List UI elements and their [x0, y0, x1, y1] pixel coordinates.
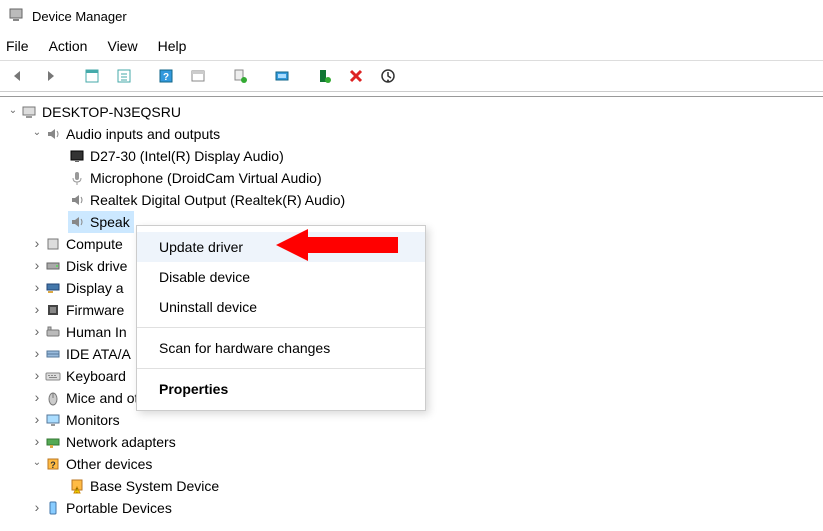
monitor-audio-icon	[68, 148, 86, 164]
menubar: File Action View Help	[0, 32, 823, 60]
expand-icon[interactable]	[30, 236, 44, 252]
expand-icon[interactable]	[30, 302, 44, 318]
expand-icon[interactable]	[30, 129, 44, 140]
expand-icon[interactable]	[30, 500, 44, 516]
forward-button[interactable]	[36, 64, 64, 88]
show-hide-console-button[interactable]	[78, 64, 106, 88]
menu-action[interactable]: Action	[49, 38, 88, 54]
display-adapter-icon	[44, 280, 62, 296]
speaker-icon	[44, 126, 62, 142]
device-label: Microphone (DroidCam Virtual Audio)	[86, 170, 322, 186]
expand-icon[interactable]	[6, 107, 20, 118]
properties-button[interactable]	[110, 64, 138, 88]
speaker-icon	[68, 214, 86, 230]
category-label: Other devices	[62, 456, 152, 472]
context-menu: Update driver Disable device Uninstall d…	[136, 225, 426, 411]
category-label: Compute	[62, 236, 123, 252]
tree-root-label: DESKTOP-N3EQSRU	[38, 104, 181, 120]
context-menu-update-driver[interactable]: Update driver	[137, 232, 425, 262]
keyboard-icon	[44, 368, 62, 384]
device-label: Base System Device	[86, 478, 219, 494]
titlebar: Device Manager	[0, 0, 823, 32]
update-driver-button[interactable]	[226, 64, 254, 88]
disk-icon	[44, 258, 62, 274]
category-label: Disk drive	[62, 258, 127, 274]
expand-icon[interactable]	[30, 434, 44, 450]
scan-hardware-button[interactable]	[268, 64, 296, 88]
context-menu-separator	[137, 327, 425, 328]
window-title: Device Manager	[32, 9, 127, 24]
hid-icon	[44, 324, 62, 340]
device-label: Speak	[86, 214, 130, 230]
disable-device-button[interactable]	[374, 64, 402, 88]
action-prop-button[interactable]	[184, 64, 212, 88]
expand-icon[interactable]	[30, 280, 44, 296]
computer-chip-icon	[44, 236, 62, 252]
category-label: Human In	[62, 324, 127, 340]
svg-text:?: ?	[163, 72, 169, 83]
unknown-device-icon: ?	[44, 456, 62, 472]
device-label: Realtek Digital Output (Realtek(R) Audio…	[86, 192, 345, 208]
category-label: Firmware	[62, 302, 124, 318]
svg-text:?: ?	[50, 460, 56, 470]
back-button[interactable]	[4, 64, 32, 88]
context-menu-uninstall-device[interactable]: Uninstall device	[137, 292, 425, 322]
device-label: D27-30 (Intel(R) Display Audio)	[86, 148, 284, 164]
device-item[interactable]: D27-30 (Intel(R) Display Audio)	[4, 145, 823, 167]
app-icon	[8, 7, 24, 26]
category-label: Network adapters	[62, 434, 176, 450]
enable-device-button[interactable]	[310, 64, 338, 88]
tree-root[interactable]: DESKTOP-N3EQSRU	[4, 101, 823, 123]
context-menu-properties[interactable]: Properties	[137, 374, 425, 404]
category-item[interactable]: Network adapters	[4, 431, 823, 453]
category-other-devices[interactable]: ? Other devices	[4, 453, 823, 475]
category-audio[interactable]: Audio inputs and outputs	[4, 123, 823, 145]
category-label: Display a	[62, 280, 124, 296]
device-item[interactable]: ! Base System Device	[4, 475, 823, 497]
context-menu-disable-device[interactable]: Disable device	[137, 262, 425, 292]
category-label: Portable Devices	[62, 500, 172, 516]
menu-view[interactable]: View	[107, 38, 137, 54]
device-item[interactable]: Microphone (DroidCam Virtual Audio)	[4, 167, 823, 189]
mouse-icon	[44, 390, 62, 406]
category-item[interactable]: Monitors	[4, 409, 823, 431]
expand-icon[interactable]	[30, 368, 44, 384]
context-menu-scan-hardware[interactable]: Scan for hardware changes	[137, 333, 425, 363]
expand-icon[interactable]	[30, 412, 44, 428]
menu-file[interactable]: File	[6, 38, 29, 54]
uninstall-device-button[interactable]	[342, 64, 370, 88]
expand-icon[interactable]	[30, 459, 44, 470]
expand-icon[interactable]	[30, 390, 44, 406]
toolbar: ?	[0, 60, 823, 92]
monitor-icon	[44, 412, 62, 428]
device-item[interactable]: Realtek Digital Output (Realtek(R) Audio…	[4, 189, 823, 211]
microphone-icon	[68, 170, 86, 186]
category-label: Monitors	[62, 412, 120, 428]
expand-icon[interactable]	[30, 258, 44, 274]
category-label: Audio inputs and outputs	[62, 126, 220, 142]
speaker-icon	[68, 192, 86, 208]
category-label: IDE ATA/A	[62, 346, 131, 362]
unknown-device-warning-icon: !	[68, 478, 86, 494]
context-menu-separator	[137, 368, 425, 369]
computer-icon	[20, 104, 38, 120]
help-button[interactable]: ?	[152, 64, 180, 88]
device-tree-pane: DESKTOP-N3EQSRU Audio inputs and outputs…	[0, 96, 823, 527]
category-item[interactable]: Portable Devices	[4, 497, 823, 519]
expand-icon[interactable]	[30, 324, 44, 340]
firmware-icon	[44, 302, 62, 318]
expand-icon[interactable]	[30, 346, 44, 362]
network-icon	[44, 434, 62, 450]
portable-device-icon	[44, 500, 62, 516]
menu-help[interactable]: Help	[158, 38, 187, 54]
ide-icon	[44, 346, 62, 362]
category-label: Keyboard	[62, 368, 126, 384]
